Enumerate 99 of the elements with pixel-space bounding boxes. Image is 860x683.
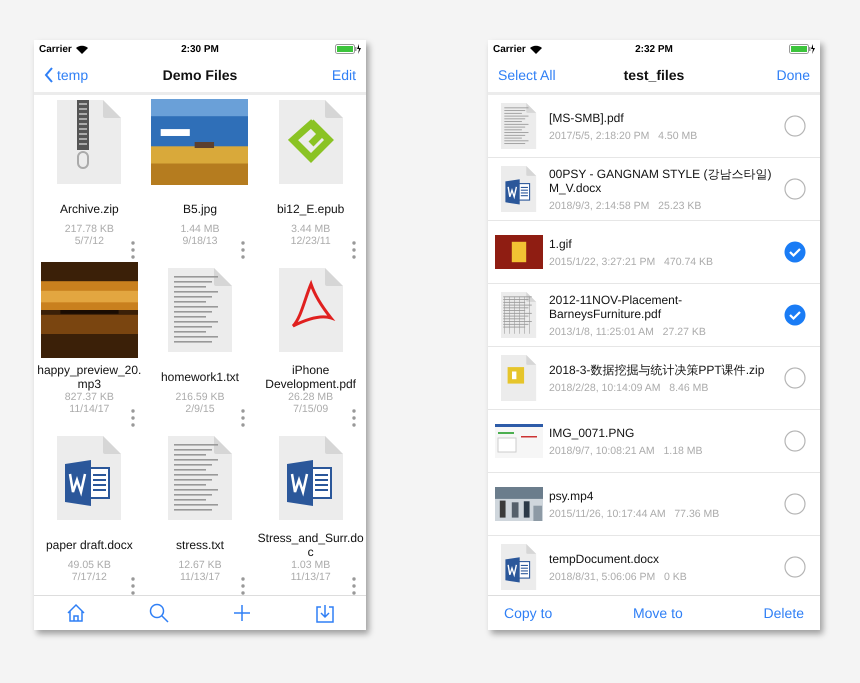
- home-icon: [66, 603, 86, 623]
- select-all-button[interactable]: Select All: [498, 67, 556, 83]
- pdf-file-icon: [278, 268, 343, 352]
- file-date: 11/13/17: [290, 571, 331, 583]
- screen-title: test_files: [624, 67, 684, 83]
- epub-file-icon: [278, 100, 343, 184]
- more-icon[interactable]: [241, 241, 246, 259]
- status-time: 2:30 PM: [181, 44, 219, 54]
- file-name[interactable]: IMG_0071.PNG: [549, 426, 778, 440]
- action-button[interactable]: Move to: [632, 605, 683, 621]
- more-icon[interactable]: [130, 409, 135, 427]
- file-details: 2013/1/8, 11:25:01 AM 27.27 KB: [549, 326, 707, 338]
- battery-icon: [788, 44, 815, 54]
- file-name[interactable]: iPhone Development.pdf: [256, 363, 365, 391]
- file-name[interactable]: happy_preview_20.mp3: [35, 363, 144, 391]
- action-button[interactable]: Delete: [764, 605, 804, 621]
- unchecked-circle[interactable]: [784, 178, 806, 200]
- text-file-icon: [168, 436, 232, 520]
- file-details: 2018/9/7, 10:08:21 AM 1.18 MB: [549, 444, 704, 456]
- file-date: 5/7/12: [74, 235, 104, 247]
- file-date: 2/9/15: [185, 403, 215, 415]
- file-details: 2015/11/26, 10:17:44 AM 77.36 MB: [549, 508, 720, 520]
- file-details: 2018/8/31, 5:06:06 PM 0 KB: [549, 570, 688, 582]
- file-size: 49.05 KB: [68, 559, 111, 571]
- file-name[interactable]: paper draft.docx: [46, 531, 133, 559]
- status-time: 2:32 PM: [635, 44, 673, 54]
- file-name[interactable]: bi12_E.epub: [276, 195, 344, 223]
- file-date: 7/15/09: [293, 403, 328, 415]
- edit-button[interactable]: Edit: [332, 67, 356, 83]
- file-size: 216.59 KB: [175, 391, 225, 403]
- zip-file-icon: [57, 100, 122, 184]
- file-date: 12/23/11: [290, 235, 331, 247]
- action-button[interactable]: Copy to: [504, 605, 552, 621]
- zip-file-icon: [501, 354, 537, 402]
- spreadsheet-icon: [501, 292, 537, 338]
- file-size: 3.44 MB: [291, 223, 330, 235]
- file-name[interactable]: psy.mp4: [549, 488, 778, 502]
- more-icon[interactable]: [241, 409, 246, 427]
- checked-circle[interactable]: [784, 241, 806, 263]
- file-name[interactable]: B5.jpg: [182, 195, 217, 223]
- file-name[interactable]: 2018-3-数据挖掘与统计决策PPT课件.zip: [549, 362, 778, 376]
- file-name[interactable]: [MS-SMB].pdf: [549, 110, 778, 124]
- file-name[interactable]: tempDocument.docx: [549, 552, 778, 566]
- add-icon: [232, 603, 252, 623]
- file-date: 11/14/17: [69, 403, 110, 415]
- carrier-label: Carrier: [39, 44, 72, 54]
- file-name[interactable]: 2012-11NOV-Placement-BarneysFurniture.pdf: [549, 292, 778, 320]
- word-file-icon: [57, 436, 122, 520]
- file-size: 1.44 MB: [180, 223, 220, 235]
- document-icon: [501, 102, 537, 150]
- search-icon: [148, 603, 168, 623]
- word-file-icon: [501, 544, 537, 590]
- unchecked-circle[interactable]: [784, 493, 806, 515]
- file-details: 2018/2/28, 10:14:09 AM 8.46 MB: [549, 382, 710, 394]
- back-chevron-icon: [44, 67, 54, 83]
- file-details: 2017/5/5, 2:18:20 PM 4.50 MB: [549, 130, 698, 142]
- more-icon[interactable]: [352, 409, 356, 427]
- download-icon: [314, 603, 334, 623]
- more-icon[interactable]: [130, 577, 135, 595]
- checked-circle[interactable]: [784, 304, 806, 326]
- screen-title: Demo Files: [162, 67, 238, 83]
- unchecked-circle[interactable]: [784, 430, 806, 452]
- screenshot-thumbnail: [495, 424, 543, 458]
- file-date: 9/18/13: [182, 235, 218, 247]
- file-name[interactable]: Archive.zip: [60, 195, 119, 223]
- file-size: 26.28 MB: [288, 391, 334, 403]
- add-button[interactable]: [232, 603, 252, 623]
- back-button[interactable]: temp: [44, 67, 88, 83]
- download-button[interactable]: [314, 603, 334, 623]
- file-date: 11/13/17: [180, 571, 220, 583]
- more-icon[interactable]: [352, 577, 356, 595]
- wifi-icon: [530, 44, 542, 54]
- file-date: 7/17/12: [72, 571, 107, 583]
- home-button[interactable]: [66, 603, 86, 623]
- file-name[interactable]: 00PSY - GANGNAM STYLE (강남스타일) M_V.docx: [549, 166, 778, 194]
- word-file-icon: [278, 436, 343, 520]
- file-size: 1.03 MB: [291, 559, 330, 571]
- file-name[interactable]: Stress_and_Surr.doc: [256, 531, 365, 559]
- text-file-icon: [168, 268, 232, 352]
- more-icon[interactable]: [352, 241, 356, 259]
- wifi-icon: [76, 44, 88, 54]
- word-file-icon: [501, 166, 537, 212]
- search-button[interactable]: [148, 603, 168, 623]
- file-name[interactable]: 1.gif: [549, 236, 778, 250]
- more-icon[interactable]: [130, 241, 135, 259]
- file-name[interactable]: stress.txt: [176, 531, 224, 559]
- battery-icon: [334, 44, 361, 54]
- file-name[interactable]: homework1.txt: [160, 363, 239, 391]
- more-icon[interactable]: [241, 577, 246, 595]
- file-details: 2015/1/22, 3:27:21 PM 470.74 KB: [549, 256, 714, 268]
- carrier-label: Carrier: [493, 44, 526, 54]
- unchecked-circle[interactable]: [784, 115, 806, 137]
- done-button[interactable]: Done: [776, 67, 810, 83]
- file-size: 12.67 KB: [178, 559, 222, 571]
- unchecked-circle[interactable]: [784, 367, 806, 389]
- file-size: 217.78 KB: [64, 223, 114, 235]
- unchecked-circle[interactable]: [784, 556, 806, 578]
- file-details: 2018/9/3, 2:14:58 PM 25.23 KB: [549, 200, 702, 212]
- file-size: 827.37 KB: [64, 391, 114, 403]
